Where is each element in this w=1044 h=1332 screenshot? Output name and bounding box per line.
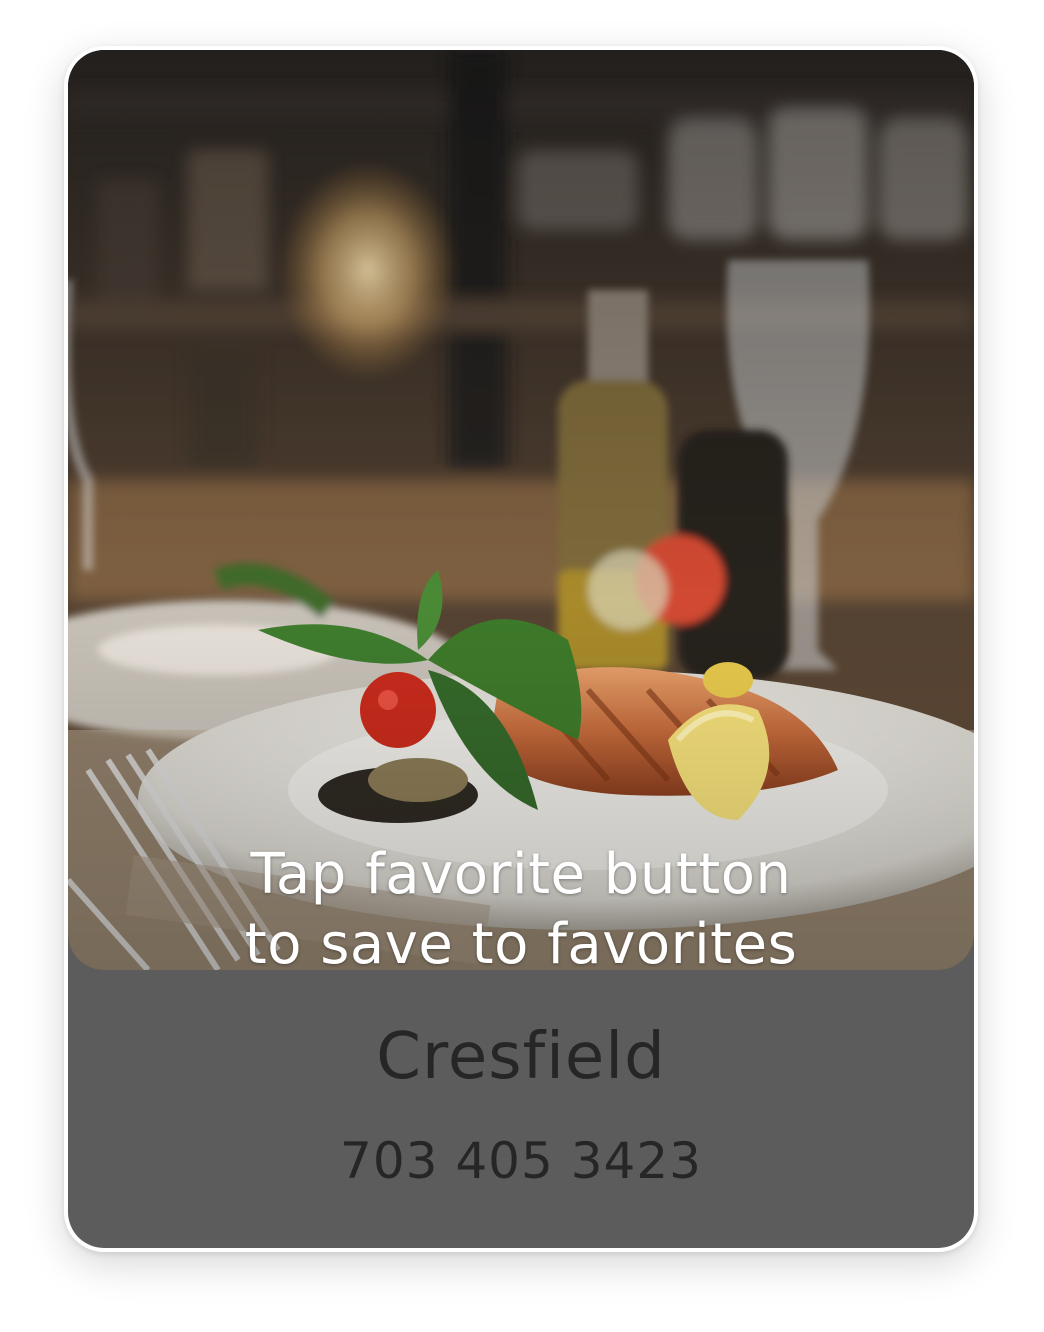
restaurant-card[interactable]: Tap favorite button to save to favorites… [68,50,974,1248]
food-photo-illustration [68,50,974,970]
favorite-hint-line-1: Tap favorite button [250,842,792,907]
hero-photo: Tap favorite button to save to favorites [68,50,974,970]
card-info: Cresfield 703 405 3423 [68,970,974,1248]
favorite-hint: Tap favorite button to save to favorites [68,840,974,970]
restaurant-phone[interactable]: 703 405 3423 [68,1132,974,1190]
favorite-hint-line-2: to save to favorites [244,912,798,970]
restaurant-name: Cresfield [376,1020,666,1094]
